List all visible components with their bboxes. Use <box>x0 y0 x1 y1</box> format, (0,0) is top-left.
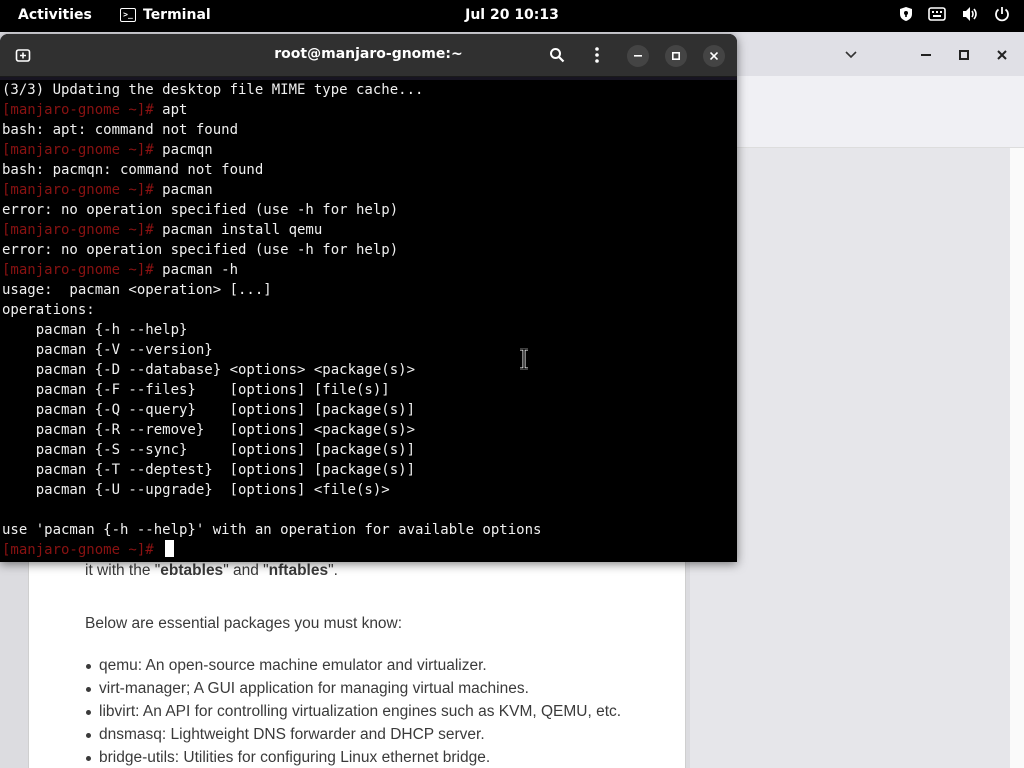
maximize-button[interactable] <box>665 45 687 67</box>
terminal-text: pacman {-F --files} [options] [file(s)] <box>2 382 390 398</box>
terminal-text: operations: <box>2 302 95 318</box>
terminal-output-line: pacman {-F --files} [options] [file(s)] <box>2 380 541 400</box>
terminal-text: pacman -h <box>153 262 239 278</box>
terminal-title: root@manjaro-gnome:~ <box>274 46 463 62</box>
close-button[interactable] <box>991 44 1013 66</box>
terminal-text: pacman {-h --help} <box>2 322 188 338</box>
terminal-command-line: [manjaro-gnome ~]# <box>2 540 541 560</box>
terminal-text: bash: apt: command not found <box>2 122 239 138</box>
page-scrollbar[interactable] <box>1010 148 1024 768</box>
list-item: libvirt: An API for controlling virtuali… <box>85 700 621 723</box>
terminal-output-line: bash: pacmqn: command not found <box>2 160 541 180</box>
volume-icon[interactable] <box>961 6 979 22</box>
article-text: ". <box>328 562 338 579</box>
terminal-text: pacman {-V --version} <box>2 342 213 358</box>
activities-button[interactable]: Activities <box>18 7 92 23</box>
terminal-text: pacmqn <box>153 142 213 158</box>
minimize-button[interactable] <box>915 44 937 66</box>
terminal-cursor <box>165 540 175 557</box>
terminal-command-line: [manjaro-gnome ~]# apt <box>2 100 541 120</box>
terminal-text: pacman {-Q --query} [options] [package(s… <box>2 402 416 418</box>
terminal-output-line: pacman {-Q --query} [options] [package(s… <box>2 400 541 420</box>
tab-list-chevron-icon[interactable] <box>840 44 862 66</box>
terminal-output-line: pacman {-V --version} <box>2 340 541 360</box>
terminal-output-line: pacman {-T --deptest} [options] [package… <box>2 460 541 480</box>
shell-prompt: [manjaro-gnome ~]# <box>2 182 154 198</box>
terminal-output-line: pacman {-R --remove} [options] <package(… <box>2 420 541 440</box>
terminal-output-line: error: no operation specified (use -h fo… <box>2 200 541 220</box>
terminal-text: error: no operation specified (use -h fo… <box>2 202 399 218</box>
article-bold-nftables: nftables <box>268 562 329 579</box>
top-bar: Activities >_ Terminal Jul 20 10:13 <box>0 0 1024 32</box>
terminal-text: (3/3) Updating the desktop file MIME typ… <box>2 82 424 98</box>
kebab-menu-icon[interactable] <box>585 43 609 67</box>
close-button[interactable] <box>703 45 725 67</box>
maximize-button[interactable] <box>953 44 975 66</box>
app-menu[interactable]: >_ Terminal <box>120 7 211 23</box>
terminal-output-line: pacman {-h --help} <box>2 320 541 340</box>
power-icon[interactable] <box>994 6 1010 22</box>
terminal-text: error: no operation specified (use -h fo… <box>2 242 399 258</box>
terminal-headerbar[interactable]: root@manjaro-gnome:~ <box>0 34 737 77</box>
list-item: dnsmasq: Lightweight DNS forwarder and D… <box>85 723 621 746</box>
terminal-output-line: (3/3) Updating the desktop file MIME typ… <box>2 80 541 100</box>
app-name: Terminal <box>143 7 211 23</box>
terminal-text: apt <box>153 102 188 118</box>
terminal-text: usage: pacman <operation> [...] <box>2 282 272 298</box>
article-bold-ebtables: ebtables <box>160 562 224 579</box>
terminal-output-line: use 'pacman {-h --help}' with an operati… <box>2 520 541 540</box>
list-item: qemu: An open-source machine emulator an… <box>85 654 621 677</box>
new-tab-icon[interactable] <box>11 43 35 67</box>
clock[interactable]: Jul 20 10:13 <box>465 7 559 23</box>
text-cursor-icon <box>520 348 528 370</box>
terminal-app-icon: >_ <box>120 8 136 22</box>
terminal-command-line: [manjaro-gnome ~]# pacmqn <box>2 140 541 160</box>
article-text: it with the " <box>85 562 161 579</box>
terminal-command-line: [manjaro-gnome ~]# pacman install qemu <box>2 220 541 240</box>
terminal-output-line: pacman {-S --sync} [options] [package(s)… <box>2 440 541 460</box>
shell-prompt: [manjaro-gnome ~]# <box>2 142 154 158</box>
list-item: bridge-utils: Utilities for configuring … <box>85 746 621 768</box>
shell-prompt: [manjaro-gnome ~]# <box>2 102 154 118</box>
terminal-output-line: bash: apt: command not found <box>2 120 541 140</box>
terminal-text: pacman install qemu <box>153 222 323 238</box>
terminal-output-line: operations: <box>2 300 541 320</box>
terminal-text: pacman {-U --upgrade} [options] <file(s)… <box>2 482 390 498</box>
minimize-button[interactable] <box>627 45 649 67</box>
system-tray[interactable] <box>899 6 1010 22</box>
terminal-text: pacman {-R --remove} [options] <package(… <box>2 422 416 438</box>
terminal-output-line: usage: pacman <operation> [...] <box>2 280 541 300</box>
terminal-output-line: pacman {-D --database} <options> <packag… <box>2 360 541 380</box>
terminal-text: use 'pacman {-h --help}' with an operati… <box>2 522 542 538</box>
package-list: qemu: An open-source machine emulator an… <box>85 654 621 768</box>
list-item: virt-manager; A GUI application for mana… <box>85 677 621 700</box>
article-intro: Below are essential packages you must kn… <box>85 615 403 632</box>
terminal-output-line: error: no operation specified (use -h fo… <box>2 240 541 260</box>
terminal-text: bash: pacmqn: command not found <box>2 162 264 178</box>
shell-prompt: [manjaro-gnome ~]# <box>2 222 154 238</box>
terminal-text: pacman {-T --deptest} [options] [package… <box>2 462 416 478</box>
article-paragraph: it with the "ebtables" and "nftables". <box>85 562 338 580</box>
terminal-command-line: [manjaro-gnome ~]# pacman -h <box>2 260 541 280</box>
search-icon[interactable] <box>545 43 569 67</box>
article-text: " and " <box>223 562 269 579</box>
terminal-window[interactable]: root@manjaro-gnome:~ (3/3) Updating the … <box>0 34 737 562</box>
terminal-text: pacman {-S --sync} [options] [package(s)… <box>2 442 416 458</box>
page-sidebar <box>690 148 1010 768</box>
terminal-output[interactable]: (3/3) Updating the desktop file MIME typ… <box>0 80 737 562</box>
terminal-text: pacman {-D --database} <options> <packag… <box>2 362 416 378</box>
terminal-text: pacman <box>153 182 213 198</box>
terminal-output-line: pacman {-U --upgrade} [options] <file(s)… <box>2 480 541 500</box>
shield-icon[interactable] <box>899 6 913 22</box>
keyboard-icon[interactable] <box>928 7 946 21</box>
terminal-lines: (3/3) Updating the desktop file MIME typ… <box>2 80 541 560</box>
terminal-command-line: [manjaro-gnome ~]# pacman <box>2 180 541 200</box>
shell-prompt: [manjaro-gnome ~]# <box>2 262 154 278</box>
shell-prompt: [manjaro-gnome ~]# <box>2 542 154 558</box>
